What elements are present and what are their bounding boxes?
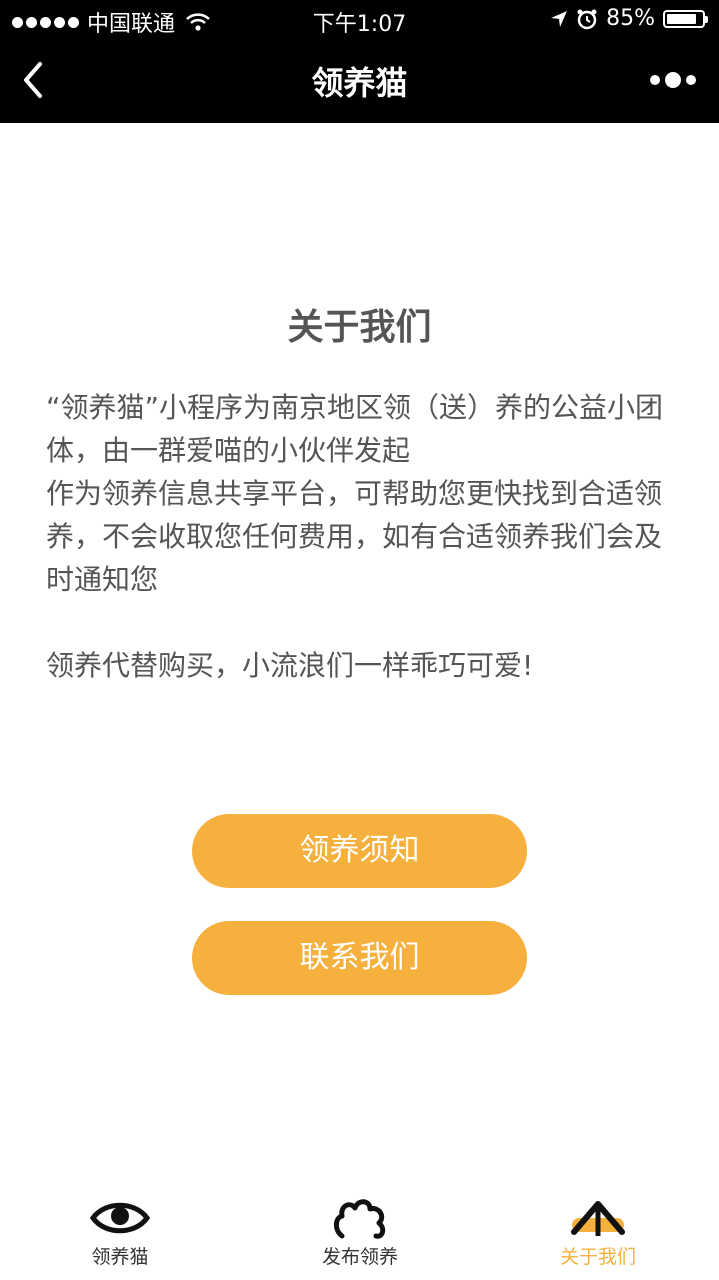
location-arrow-icon (551, 10, 568, 27)
paw-icon (333, 1199, 386, 1239)
more-dots-icon[interactable] (649, 70, 697, 90)
eye-icon (90, 1202, 150, 1234)
status-bar: 中国联通 下午1:07 85% (0, 0, 719, 40)
contact-us-button[interactable]: 联系我们 (192, 921, 527, 995)
about-paragraph-slogan: 领养代替购买，小流浪们一样乖巧可爱! (46, 649, 534, 682)
adoption-notice-button[interactable]: 领养须知 (192, 814, 527, 888)
status-right: 85% (550, 6, 708, 31)
tab-about-us[interactable]: 关于我们 (508, 1188, 688, 1280)
about-heading: 关于我们 (287, 307, 432, 348)
battery-icon (663, 9, 708, 28)
about-paragraph-intro: “领养猫”小程序为南京地区领（送）养的公益小团体，由一群爱喵的小伙伴发起 (46, 391, 664, 467)
page-title: 领养猫 (311, 64, 408, 102)
tab-label: 发布领养 (321, 1246, 398, 1268)
home-icon (571, 1201, 625, 1236)
battery-fill (667, 13, 696, 24)
about-description: “领养猫”小程序为南京地区领（送）养的公益小团体，由一群爱喵的小伙伴发起 作为领… (46, 386, 676, 687)
tab-adopt-cat[interactable]: 领养猫 (30, 1188, 210, 1280)
battery-percent: 85% (606, 6, 655, 31)
about-paragraph-platform: 作为领养信息共享平台，可帮助您更快找到合适领养，不会收取您任何费用，如有合适领养… (46, 477, 663, 596)
tab-bar: 领养猫 发布领养 关于我们 (0, 1188, 719, 1280)
tab-publish-adoption[interactable]: 发布领养 (270, 1188, 450, 1280)
tab-label: 关于我们 (559, 1246, 636, 1268)
alarm-clock-icon (577, 9, 597, 29)
navigation-bar: 领养猫 (0, 40, 719, 123)
tab-label: 领养猫 (91, 1246, 149, 1268)
